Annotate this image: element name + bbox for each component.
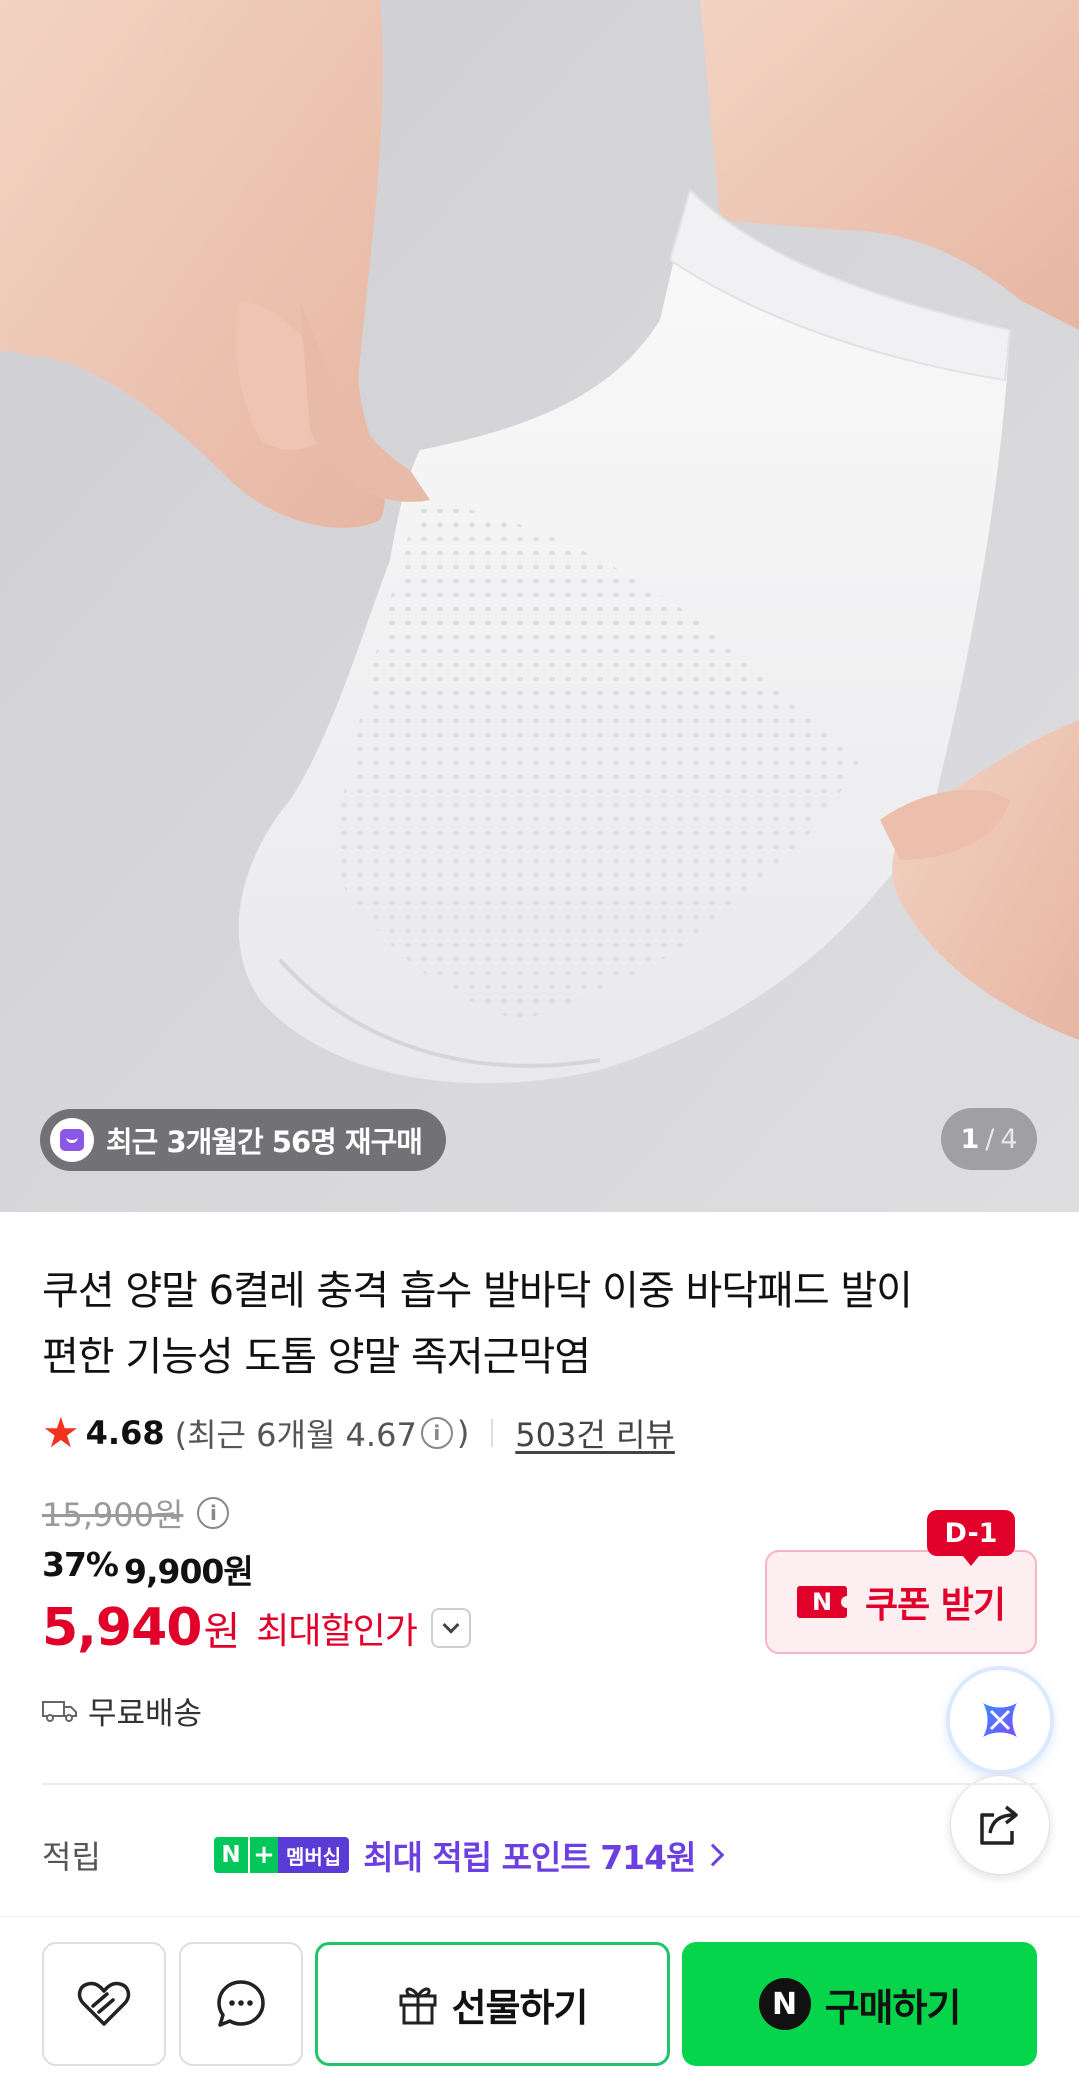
final-price: 5,940	[42, 1598, 202, 1658]
recent-rating-close: )	[456, 1414, 470, 1452]
pager-separator: /	[985, 1123, 995, 1155]
buy-label: 구매하기	[824, 1985, 962, 2030]
final-price-label: 최대할인가	[256, 1611, 418, 1652]
sale-price-row: 37% 9,900원	[42, 1545, 254, 1593]
rating-row: ★ 4.68 (최근 6개월 4.67 i ) 503건 리뷰	[42, 1408, 675, 1458]
plus-icon: +	[248, 1837, 278, 1873]
delivery-text: 무료배송	[88, 1696, 203, 1732]
chat-bubble-icon	[217, 1980, 265, 2027]
dday-badge: D-1	[927, 1510, 1015, 1566]
truck-icon	[42, 1700, 77, 1722]
buy-button[interactable]: N 구매하기	[682, 1942, 1037, 2066]
chat-button[interactable]	[179, 1942, 303, 2066]
repurchase-text: 최근 3개월간 56명 재구매	[106, 1125, 423, 1159]
rating-score: 4.68	[85, 1414, 165, 1452]
ai-assistant-button[interactable]	[950, 1670, 1050, 1770]
shopping-bag-icon	[50, 1118, 94, 1162]
wishlist-button[interactable]	[42, 1942, 166, 2066]
product-photo	[0, 0, 1079, 1212]
recent-rating: (최근 6개월 4.67 i )	[175, 1410, 470, 1456]
naver-n-icon: N	[214, 1837, 248, 1873]
product-title: 쿠션 양말 6켤레 충격 흡수 발바닥 이중 바닥패드 발이 편한 기능성 도톰…	[42, 1258, 1002, 1390]
image-pager: 1 / 4	[941, 1108, 1037, 1170]
delivery-row: 무료배송	[42, 1688, 202, 1733]
review-count-link[interactable]: 503건 리뷰	[515, 1410, 675, 1456]
ai-sparkle-icon	[983, 1703, 1017, 1737]
gift-label: 선물하기	[451, 1985, 589, 2030]
final-price-row: 5,940 원 최대할인가	[42, 1598, 471, 1658]
pager-total: 4	[1000, 1123, 1018, 1155]
points-label: 적립	[42, 1838, 101, 1876]
coupon-label: 쿠폰 받기	[864, 1585, 1006, 1626]
naver-pay-icon: N	[758, 1978, 811, 2030]
max-points-text: 최대 적립 포인트 714원	[363, 1838, 696, 1877]
star-icon: ★	[42, 1408, 80, 1457]
discount-rate: 37%	[42, 1545, 119, 1584]
original-price-row: 15,900원 i	[42, 1490, 233, 1536]
coupon-button[interactable]: N 쿠폰 받기	[765, 1550, 1037, 1654]
divider	[491, 1419, 494, 1447]
chevron-right-icon	[702, 1843, 725, 1867]
section-divider	[42, 1783, 1037, 1785]
repurchase-badge: 최근 3개월간 56명 재구매	[40, 1109, 446, 1171]
membership-label: 멤버십	[278, 1837, 350, 1873]
heart-icon	[77, 1981, 131, 2026]
product-image-gallery[interactable]: 최근 3개월간 56명 재구매 1 / 4	[0, 0, 1079, 1212]
gift-icon	[399, 1987, 437, 2025]
gift-button[interactable]: 선물하기	[315, 1942, 670, 2066]
points-row[interactable]: 적립 N + 멤버십 최대 적립 포인트 714원	[42, 1830, 992, 1880]
pager-current: 1	[960, 1123, 980, 1155]
product-title-line-1: 쿠션 양말 6켤레 충격 흡수 발바닥 이중 바닥패드 발이	[42, 1268, 913, 1314]
naver-coupon-icon: N	[796, 1586, 853, 1618]
final-price-unit: 원	[203, 1609, 241, 1655]
original-price: 15,900원	[42, 1496, 184, 1534]
chevron-down-icon[interactable]	[430, 1608, 471, 1648]
price-info-icon[interactable]: i	[197, 1497, 230, 1529]
product-title-line-2: 편한 기능성 도톰 양말 족저근막염	[42, 1334, 591, 1380]
recent-rating-text: (최근 6개월 4.67	[174, 1416, 417, 1454]
info-icon[interactable]: i	[420, 1417, 453, 1449]
naver-plus-membership-badge: N + 멤버십	[214, 1837, 350, 1873]
sale-price: 9,900원	[124, 1552, 254, 1591]
